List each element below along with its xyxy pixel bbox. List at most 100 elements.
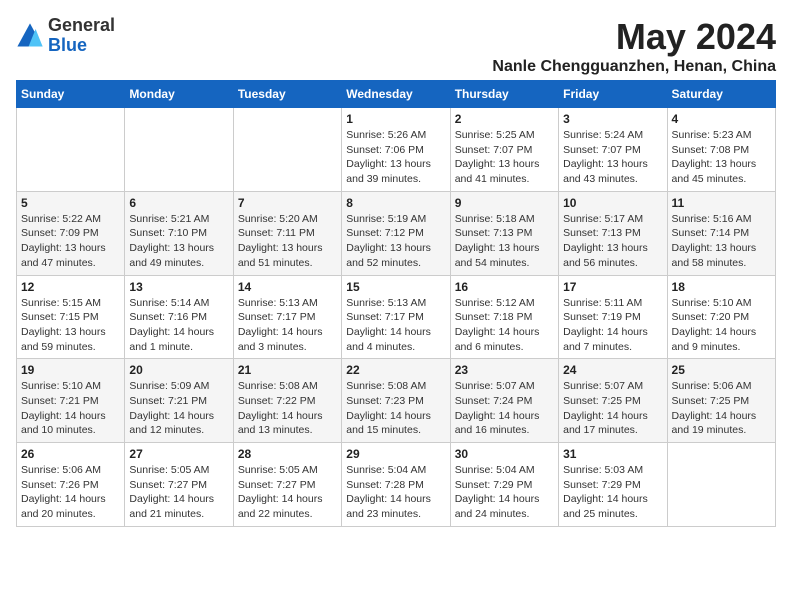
day-number: 23 xyxy=(455,363,554,377)
day-number: 28 xyxy=(238,447,337,461)
day-number: 16 xyxy=(455,280,554,294)
day-info: Sunrise: 5:10 AMSunset: 7:21 PMDaylight:… xyxy=(21,379,120,438)
day-info: Sunrise: 5:20 AMSunset: 7:11 PMDaylight:… xyxy=(238,212,337,271)
calendar-day-18: 18Sunrise: 5:10 AMSunset: 7:20 PMDayligh… xyxy=(667,275,775,359)
day-number: 5 xyxy=(21,196,120,210)
day-info: Sunrise: 5:08 AMSunset: 7:22 PMDaylight:… xyxy=(238,379,337,438)
day-number: 20 xyxy=(129,363,228,377)
day-number: 14 xyxy=(238,280,337,294)
calendar-day-16: 16Sunrise: 5:12 AMSunset: 7:18 PMDayligh… xyxy=(450,275,558,359)
day-info: Sunrise: 5:15 AMSunset: 7:15 PMDaylight:… xyxy=(21,296,120,355)
day-info: Sunrise: 5:06 AMSunset: 7:26 PMDaylight:… xyxy=(21,463,120,522)
calendar: SundayMondayTuesdayWednesdayThursdayFrid… xyxy=(16,80,776,527)
calendar-day-20: 20 Sunrise: 5:09 AMSunset: 7:21 PMDayligh… xyxy=(125,359,233,443)
calendar-day-23: 23Sunrise: 5:07 AMSunset: 7:24 PMDayligh… xyxy=(450,359,558,443)
calendar-day-6: 6 Sunrise: 5:21 AMSunset: 7:10 PMDaylight… xyxy=(125,191,233,275)
day-header-tuesday: Tuesday xyxy=(233,81,341,108)
calendar-empty-cell xyxy=(125,108,233,192)
day-number: 17 xyxy=(563,280,662,294)
day-header-friday: Friday xyxy=(559,81,667,108)
day-number: 22 xyxy=(346,363,445,377)
title-block: May 2024 Nanle Chengguanzhen, Henan, Chi… xyxy=(492,16,776,76)
calendar-day-24: 24 Sunrise: 5:07 AMSunset: 7:25 PMDayligh… xyxy=(559,359,667,443)
day-info: Sunrise: 5:04 AMSunset: 7:28 PMDaylight:… xyxy=(346,463,445,522)
day-info: Sunrise: 5:05 AMSunset: 7:27 PMDaylight:… xyxy=(129,463,228,522)
day-number: 13 xyxy=(129,280,228,294)
day-info: Sunrise: 5:11 AMSunset: 7:19 PMDaylight:… xyxy=(563,296,662,355)
day-header-monday: Monday xyxy=(125,81,233,108)
logo-blue-text: Blue xyxy=(48,35,87,55)
calendar-day-5: 5Sunrise: 5:22 AMSunset: 7:09 PMDaylight… xyxy=(17,191,125,275)
day-number: 3 xyxy=(563,112,662,126)
calendar-day-14: 14 Sunrise: 5:13 AMSunset: 7:17 PMDayligh… xyxy=(233,275,341,359)
day-number: 18 xyxy=(672,280,771,294)
day-number: 24 xyxy=(563,363,662,377)
day-info: Sunrise: 5:07 AMSunset: 7:25 PMDaylight:… xyxy=(563,379,662,438)
day-number: 2 xyxy=(455,112,554,126)
calendar-day-17: 17 Sunrise: 5:11 AMSunset: 7:19 PMDayligh… xyxy=(559,275,667,359)
calendar-day-15: 15Sunrise: 5:13 AMSunset: 7:17 PMDayligh… xyxy=(342,275,450,359)
calendar-week-row: 19 Sunrise: 5:10 AMSunset: 7:21 PMDayligh… xyxy=(17,359,776,443)
day-info: Sunrise: 5:13 AMSunset: 7:17 PMDaylight:… xyxy=(346,296,445,355)
calendar-day-11: 11Sunrise: 5:16 AMSunset: 7:14 PMDayligh… xyxy=(667,191,775,275)
location-title: Nanle Chengguanzhen, Henan, China xyxy=(492,58,776,76)
logo: General Blue xyxy=(16,16,115,56)
day-number: 25 xyxy=(672,363,771,377)
day-info: Sunrise: 5:23 AMSunset: 7:08 PMDaylight:… xyxy=(672,128,771,187)
day-info: Sunrise: 5:03 AMSunset: 7:29 PMDaylight:… xyxy=(563,463,662,522)
logo-general-text: General xyxy=(48,15,115,35)
calendar-day-19: 19 Sunrise: 5:10 AMSunset: 7:21 PMDayligh… xyxy=(17,359,125,443)
calendar-day-1: 1Sunrise: 5:26 AMSunset: 7:06 PMDaylight… xyxy=(342,108,450,192)
day-info: Sunrise: 5:24 AMSunset: 7:07 PMDaylight:… xyxy=(563,128,662,187)
calendar-day-3: 3 Sunrise: 5:24 AMSunset: 7:07 PMDaylight… xyxy=(559,108,667,192)
day-number: 11 xyxy=(672,196,771,210)
calendar-day-28: 28 Sunrise: 5:05 AMSunset: 7:27 PMDayligh… xyxy=(233,443,341,527)
day-number: 12 xyxy=(21,280,120,294)
day-info: Sunrise: 5:04 AMSunset: 7:29 PMDaylight:… xyxy=(455,463,554,522)
day-number: 19 xyxy=(21,363,120,377)
calendar-day-31: 31 Sunrise: 5:03 AMSunset: 7:29 PMDayligh… xyxy=(559,443,667,527)
calendar-day-21: 21 Sunrise: 5:08 AMSunset: 7:22 PMDayligh… xyxy=(233,359,341,443)
calendar-day-26: 26 Sunrise: 5:06 AMSunset: 7:26 PMDayligh… xyxy=(17,443,125,527)
day-number: 4 xyxy=(672,112,771,126)
day-info: Sunrise: 5:05 AMSunset: 7:27 PMDaylight:… xyxy=(238,463,337,522)
calendar-week-row: 12 Sunrise: 5:15 AMSunset: 7:15 PMDayligh… xyxy=(17,275,776,359)
calendar-day-8: 8 Sunrise: 5:19 AMSunset: 7:12 PMDaylight… xyxy=(342,191,450,275)
day-number: 31 xyxy=(563,447,662,461)
day-header-wednesday: Wednesday xyxy=(342,81,450,108)
day-header-saturday: Saturday xyxy=(667,81,775,108)
day-info: Sunrise: 5:18 AMSunset: 7:13 PMDaylight:… xyxy=(455,212,554,271)
calendar-header-row: SundayMondayTuesdayWednesdayThursdayFrid… xyxy=(17,81,776,108)
calendar-day-7: 7 Sunrise: 5:20 AMSunset: 7:11 PMDaylight… xyxy=(233,191,341,275)
day-number: 7 xyxy=(238,196,337,210)
day-info: Sunrise: 5:25 AMSunset: 7:07 PMDaylight:… xyxy=(455,128,554,187)
day-info: Sunrise: 5:13 AMSunset: 7:17 PMDaylight:… xyxy=(238,296,337,355)
day-header-thursday: Thursday xyxy=(450,81,558,108)
calendar-day-30: 30Sunrise: 5:04 AMSunset: 7:29 PMDayligh… xyxy=(450,443,558,527)
calendar-day-2: 2 Sunrise: 5:25 AMSunset: 7:07 PMDaylight… xyxy=(450,108,558,192)
day-number: 1 xyxy=(346,112,445,126)
day-number: 29 xyxy=(346,447,445,461)
day-number: 26 xyxy=(21,447,120,461)
day-header-sunday: Sunday xyxy=(17,81,125,108)
calendar-day-29: 29 Sunrise: 5:04 AMSunset: 7:28 PMDayligh… xyxy=(342,443,450,527)
day-number: 8 xyxy=(346,196,445,210)
calendar-day-13: 13 Sunrise: 5:14 AMSunset: 7:16 PMDayligh… xyxy=(125,275,233,359)
day-number: 6 xyxy=(129,196,228,210)
calendar-empty-cell xyxy=(17,108,125,192)
day-info: Sunrise: 5:21 AMSunset: 7:10 PMDaylight:… xyxy=(129,212,228,271)
calendar-day-12: 12 Sunrise: 5:15 AMSunset: 7:15 PMDayligh… xyxy=(17,275,125,359)
calendar-day-25: 25 Sunrise: 5:06 AMSunset: 7:25 PMDayligh… xyxy=(667,359,775,443)
logo-icon xyxy=(16,22,44,50)
day-number: 27 xyxy=(129,447,228,461)
month-title: May 2024 xyxy=(492,16,776,58)
calendar-day-9: 9Sunrise: 5:18 AMSunset: 7:13 PMDaylight… xyxy=(450,191,558,275)
day-info: Sunrise: 5:19 AMSunset: 7:12 PMDaylight:… xyxy=(346,212,445,271)
calendar-week-row: 1Sunrise: 5:26 AMSunset: 7:06 PMDaylight… xyxy=(17,108,776,192)
calendar-week-row: 5Sunrise: 5:22 AMSunset: 7:09 PMDaylight… xyxy=(17,191,776,275)
day-info: Sunrise: 5:06 AMSunset: 7:25 PMDaylight:… xyxy=(672,379,771,438)
day-info: Sunrise: 5:09 AMSunset: 7:21 PMDaylight:… xyxy=(129,379,228,438)
day-info: Sunrise: 5:14 AMSunset: 7:16 PMDaylight:… xyxy=(129,296,228,355)
calendar-day-22: 22Sunrise: 5:08 AMSunset: 7:23 PMDayligh… xyxy=(342,359,450,443)
day-number: 21 xyxy=(238,363,337,377)
